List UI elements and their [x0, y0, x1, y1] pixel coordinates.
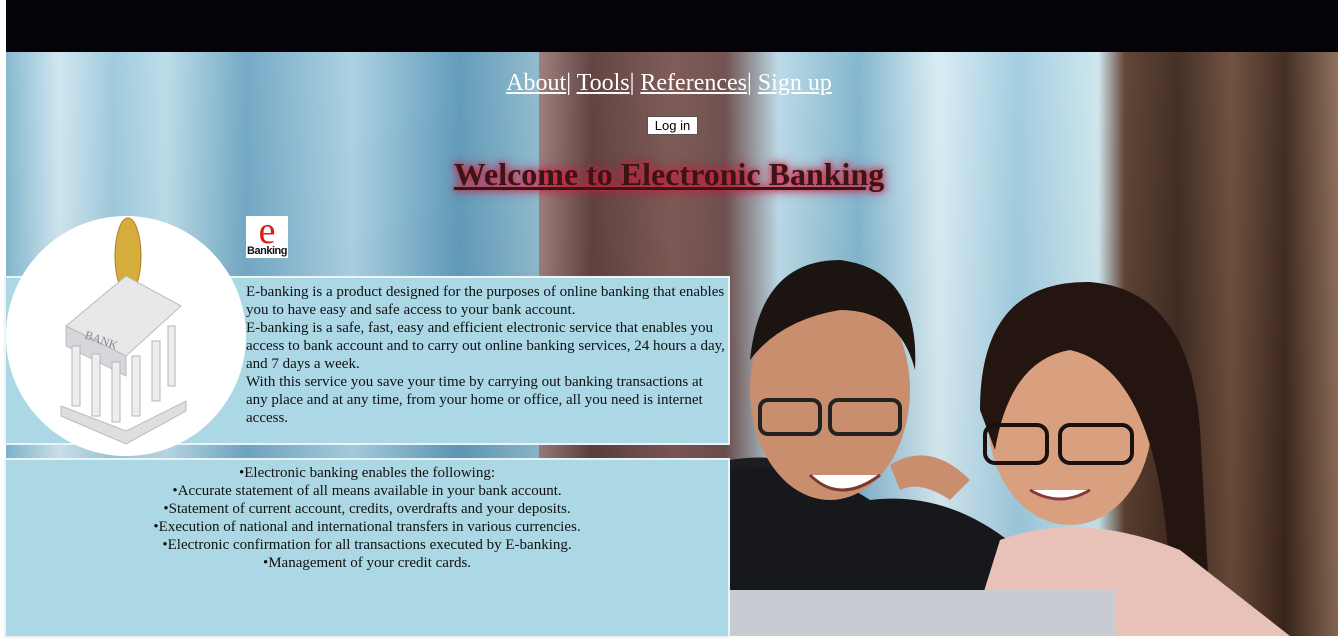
feature-item: •Statement of current account, credits, …	[163, 501, 571, 517]
feature-item: •Execution of national and international…	[153, 519, 581, 535]
feature-item: •Electronic banking enables the followin…	[238, 465, 495, 481]
nav-about[interactable]: About	[506, 70, 566, 96]
feature-item: •Electronic confirmation for all transac…	[162, 537, 572, 553]
nav-sign-up[interactable]: Sign up	[758, 70, 832, 96]
nav-separator: |	[629, 70, 635, 96]
feature-item: •Management of your credit cards.	[262, 555, 472, 571]
page-title: Welcome to Electronic Banking	[453, 156, 885, 192]
intro-paragraph: E-banking is a safe, fast, easy and effi…	[246, 320, 725, 372]
nav-separator: |	[746, 70, 752, 96]
couple-laptop-photo	[730, 260, 1290, 636]
features-panel: •Electronic banking enables the followin…	[4, 458, 730, 638]
intro-paragraph: E-banking is a product designed for the …	[246, 284, 725, 318]
intro-text: E-banking is a product designed for the …	[246, 283, 726, 427]
feature-item: •Accurate statement of all means availab…	[172, 483, 562, 499]
nav-references[interactable]: References	[640, 70, 747, 96]
intro-paragraph: With this service you save your time by …	[246, 374, 703, 426]
e-banking-logo: e Banking	[246, 216, 288, 258]
bank-piggy-image: BANK	[6, 216, 246, 456]
nav-tools[interactable]: Tools	[577, 70, 630, 96]
top-navigation: About| Tools| References| Sign up	[0, 70, 1338, 97]
login-button[interactable]: Log in	[647, 116, 698, 135]
logo-text: Banking	[247, 245, 287, 257]
top-bar	[6, 0, 1338, 52]
logo-letter: e	[258, 216, 276, 252]
nav-separator: |	[566, 70, 571, 96]
